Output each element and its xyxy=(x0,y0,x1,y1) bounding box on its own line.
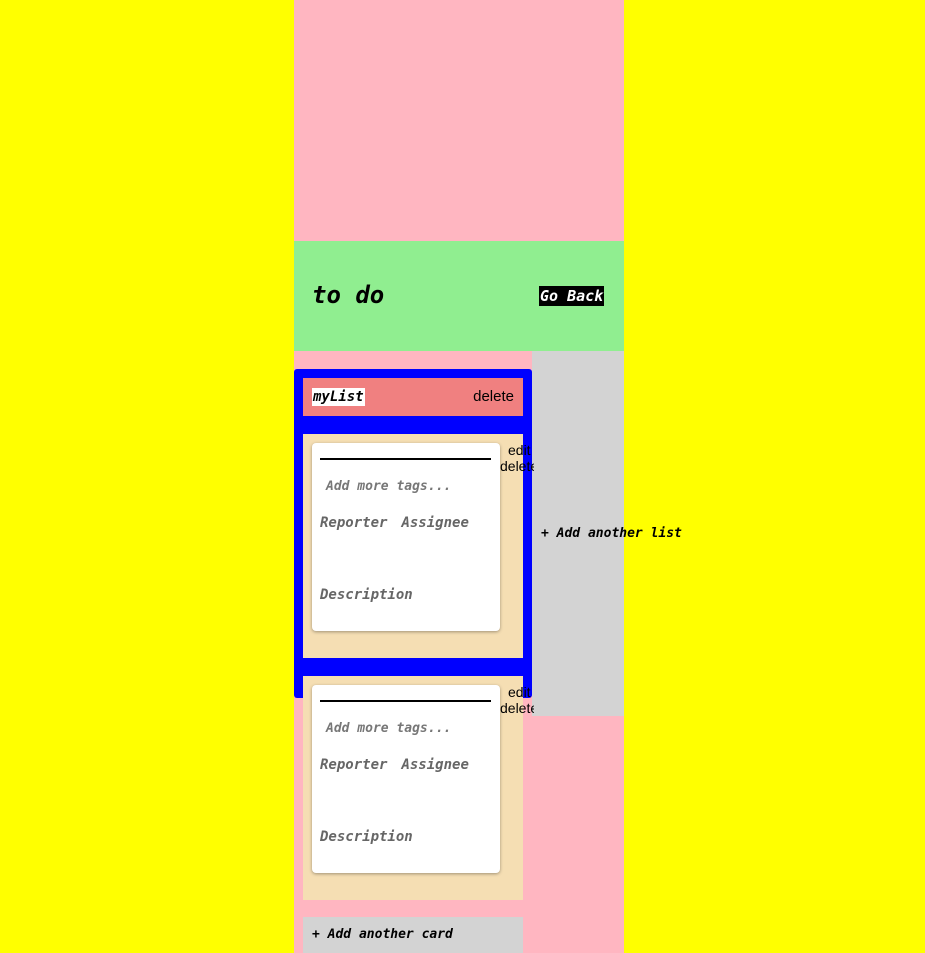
assignee-field[interactable]: Assignee xyxy=(401,757,468,773)
add-card-button[interactable]: + Add another card xyxy=(312,927,453,942)
card-edit-button[interactable]: edit xyxy=(500,442,534,458)
card-container: Add more tags... Reporter Assignee Descri… xyxy=(303,434,534,658)
go-back-button[interactable]: Go Back xyxy=(539,286,605,306)
board-header: to do Go Back xyxy=(294,241,624,351)
description-field[interactable]: Description xyxy=(320,829,413,845)
list-header: myList delete xyxy=(303,378,523,416)
reporter-field[interactable]: Reporter xyxy=(320,515,387,531)
card-people: Reporter Assignee xyxy=(320,515,469,531)
card-edit-button[interactable]: edit xyxy=(500,684,534,700)
card-title-input[interactable] xyxy=(320,700,491,702)
list-name[interactable]: myList xyxy=(312,388,365,406)
add-card-panel: + Add another card xyxy=(303,917,523,953)
card-title-input[interactable] xyxy=(320,458,491,460)
card-container: Add more tags... Reporter Assignee Descri… xyxy=(303,676,534,900)
tags-input[interactable]: Add more tags... xyxy=(326,479,451,494)
board-title: to do xyxy=(312,281,385,309)
card-people: Reporter Assignee xyxy=(320,757,469,773)
tags-input[interactable]: Add more tags... xyxy=(326,721,451,736)
description-field[interactable]: Description xyxy=(320,587,413,603)
add-list-panel: + Add another list xyxy=(532,351,682,716)
card[interactable]: Add more tags... Reporter Assignee Descri… xyxy=(312,443,500,631)
assignee-field[interactable]: Assignee xyxy=(401,515,468,531)
add-list-button[interactable]: + Add another list xyxy=(541,526,682,541)
card-delete-button[interactable]: delete xyxy=(500,700,534,716)
list-delete-button[interactable]: delete xyxy=(473,388,514,405)
card-delete-button[interactable]: delete xyxy=(500,458,534,474)
card-actions: edit delete xyxy=(500,442,534,474)
card[interactable]: Add more tags... Reporter Assignee Descri… xyxy=(312,685,500,873)
card-actions: edit delete xyxy=(500,684,534,716)
reporter-field[interactable]: Reporter xyxy=(320,757,387,773)
